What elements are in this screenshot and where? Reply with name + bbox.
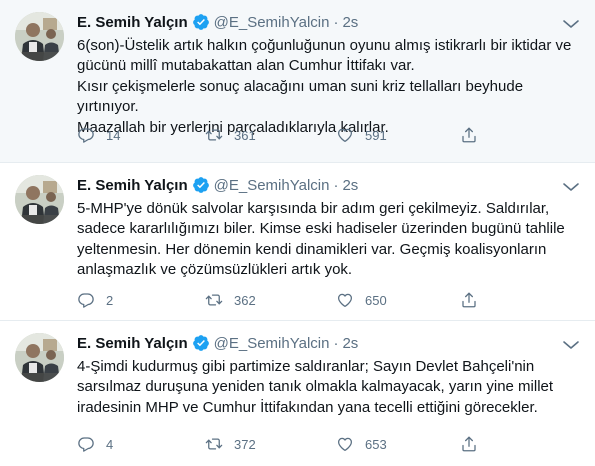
- like-button[interactable]: 650: [336, 290, 387, 310]
- retweet-button[interactable]: 361: [205, 125, 256, 145]
- tweet-text-line: sarsılmaz duruşuna yeniden tanık olmakla…: [77, 378, 554, 396]
- tweet-text-line: 6(son)-Üstelik artık halkın çoğunluğunun…: [77, 37, 572, 54]
- tweet-actions: 14 361 591: [72, 125, 476, 145]
- tweet-text-line: anlaşmazlık ve çözümsüzlükleri artık yok…: [77, 261, 353, 279]
- more-options-icon[interactable]: [561, 13, 581, 31]
- tweet-text-line: 5-MHP'ye dönük salvolar karşısında bir a…: [77, 200, 550, 217]
- reply-icon: [77, 435, 95, 453]
- retweet-icon: [205, 126, 223, 144]
- retweet-icon: [205, 435, 223, 453]
- share-button[interactable]: [460, 290, 478, 310]
- tweet-header: E. Semih Yalçın @E_SemihYalcin · 2s: [77, 12, 358, 32]
- reply-icon: [77, 291, 95, 309]
- tweet-text-line: iradesinin MHP ve Cumhur İttifakından ya…: [77, 398, 538, 416]
- reply-count: 2: [106, 292, 114, 308]
- like-button[interactable]: 591: [336, 125, 387, 145]
- separator-dot: ·: [333, 13, 339, 31]
- reply-button[interactable]: 4: [77, 434, 113, 454]
- tweet-actions: 2 362 650: [72, 290, 476, 310]
- tweet-timestamp[interactable]: 2s: [342, 335, 358, 352]
- avatar[interactable]: [15, 333, 64, 382]
- reply-count: 14: [106, 127, 121, 143]
- tweet-timestamp[interactable]: 2s: [342, 14, 358, 31]
- author-handle[interactable]: @E_SemihYalcin: [214, 177, 330, 194]
- like-button[interactable]: 653: [336, 434, 387, 454]
- tweet-body: 5-MHP'ye dönük salvolar karşısında bir a…: [77, 199, 577, 281]
- like-count: 650: [365, 292, 387, 308]
- reply-count: 4: [106, 436, 114, 452]
- tweet-timeline: E. Semih Yalçın @E_SemihYalcin · 2s 6(so…: [0, 0, 595, 466]
- verified-badge-icon: [192, 13, 210, 31]
- retweet-button[interactable]: 362: [205, 290, 256, 310]
- share-button[interactable]: [460, 125, 478, 145]
- tweet-text-line: gücünü millî mutabakattan alan Cumhur İt…: [77, 57, 415, 75]
- tweet-text-line: sadece kararlılığımızı biler. Kimse eski…: [77, 220, 565, 238]
- tweet-header: E. Semih Yalçın @E_SemihYalcin · 2s: [77, 333, 358, 353]
- tweet[interactable]: E. Semih Yalçın @E_SemihYalcin · 2s 6(so…: [0, 0, 595, 163]
- retweet-count: 361: [234, 127, 256, 143]
- author-name[interactable]: E. Semih Yalçın: [77, 14, 188, 31]
- heart-icon: [336, 291, 354, 309]
- tweet-text-line: 4-Şimdi kudurmuş gibi partimize saldıran…: [77, 358, 535, 375]
- retweet-count: 362: [234, 292, 256, 308]
- share-icon: [460, 291, 478, 309]
- tweet-text-line: Kısır çekişmelerle sonuç alacağını uman …: [77, 77, 524, 116]
- separator-dot: ·: [333, 176, 339, 194]
- author-name[interactable]: E. Semih Yalçın: [77, 177, 188, 194]
- tweet-body: 4-Şimdi kudurmuş gibi partimize saldıran…: [77, 357, 577, 418]
- share-icon: [460, 126, 478, 144]
- tweet-body: 6(son)-Üstelik artık halkın çoğunluğunun…: [77, 36, 577, 138]
- share-button[interactable]: [460, 434, 478, 454]
- reply-button[interactable]: 2: [77, 290, 113, 310]
- verified-badge-icon: [192, 334, 210, 352]
- share-icon: [460, 435, 478, 453]
- author-handle[interactable]: @E_SemihYalcin: [214, 335, 330, 352]
- tweet-actions: 4 372 653: [72, 434, 476, 454]
- tweet-text-line: yeltenmesin. Her dönemin kendi dinamikle…: [77, 240, 547, 258]
- tweet[interactable]: E. Semih Yalçın @E_SemihYalcin · 2s 4-Şi…: [0, 321, 595, 466]
- retweet-icon: [205, 291, 223, 309]
- tweet-timestamp[interactable]: 2s: [342, 177, 358, 194]
- author-name[interactable]: E. Semih Yalçın: [77, 335, 188, 352]
- retweet-button[interactable]: 372: [205, 434, 256, 454]
- avatar[interactable]: [15, 175, 64, 224]
- tweet[interactable]: E. Semih Yalçın @E_SemihYalcin · 2s 5-MH…: [0, 163, 595, 321]
- author-handle[interactable]: @E_SemihYalcin: [214, 14, 330, 31]
- retweet-count: 372: [234, 436, 256, 452]
- like-count: 591: [365, 127, 387, 143]
- tweet-header: E. Semih Yalçın @E_SemihYalcin · 2s: [77, 175, 358, 195]
- more-options-icon[interactable]: [561, 176, 581, 194]
- reply-button[interactable]: 14: [77, 125, 120, 145]
- more-options-icon[interactable]: [561, 334, 581, 352]
- heart-icon: [336, 126, 354, 144]
- like-count: 653: [365, 436, 387, 452]
- verified-badge-icon: [192, 176, 210, 194]
- separator-dot: ·: [333, 334, 339, 352]
- reply-icon: [77, 126, 95, 144]
- avatar[interactable]: [15, 12, 64, 61]
- heart-icon: [336, 435, 354, 453]
